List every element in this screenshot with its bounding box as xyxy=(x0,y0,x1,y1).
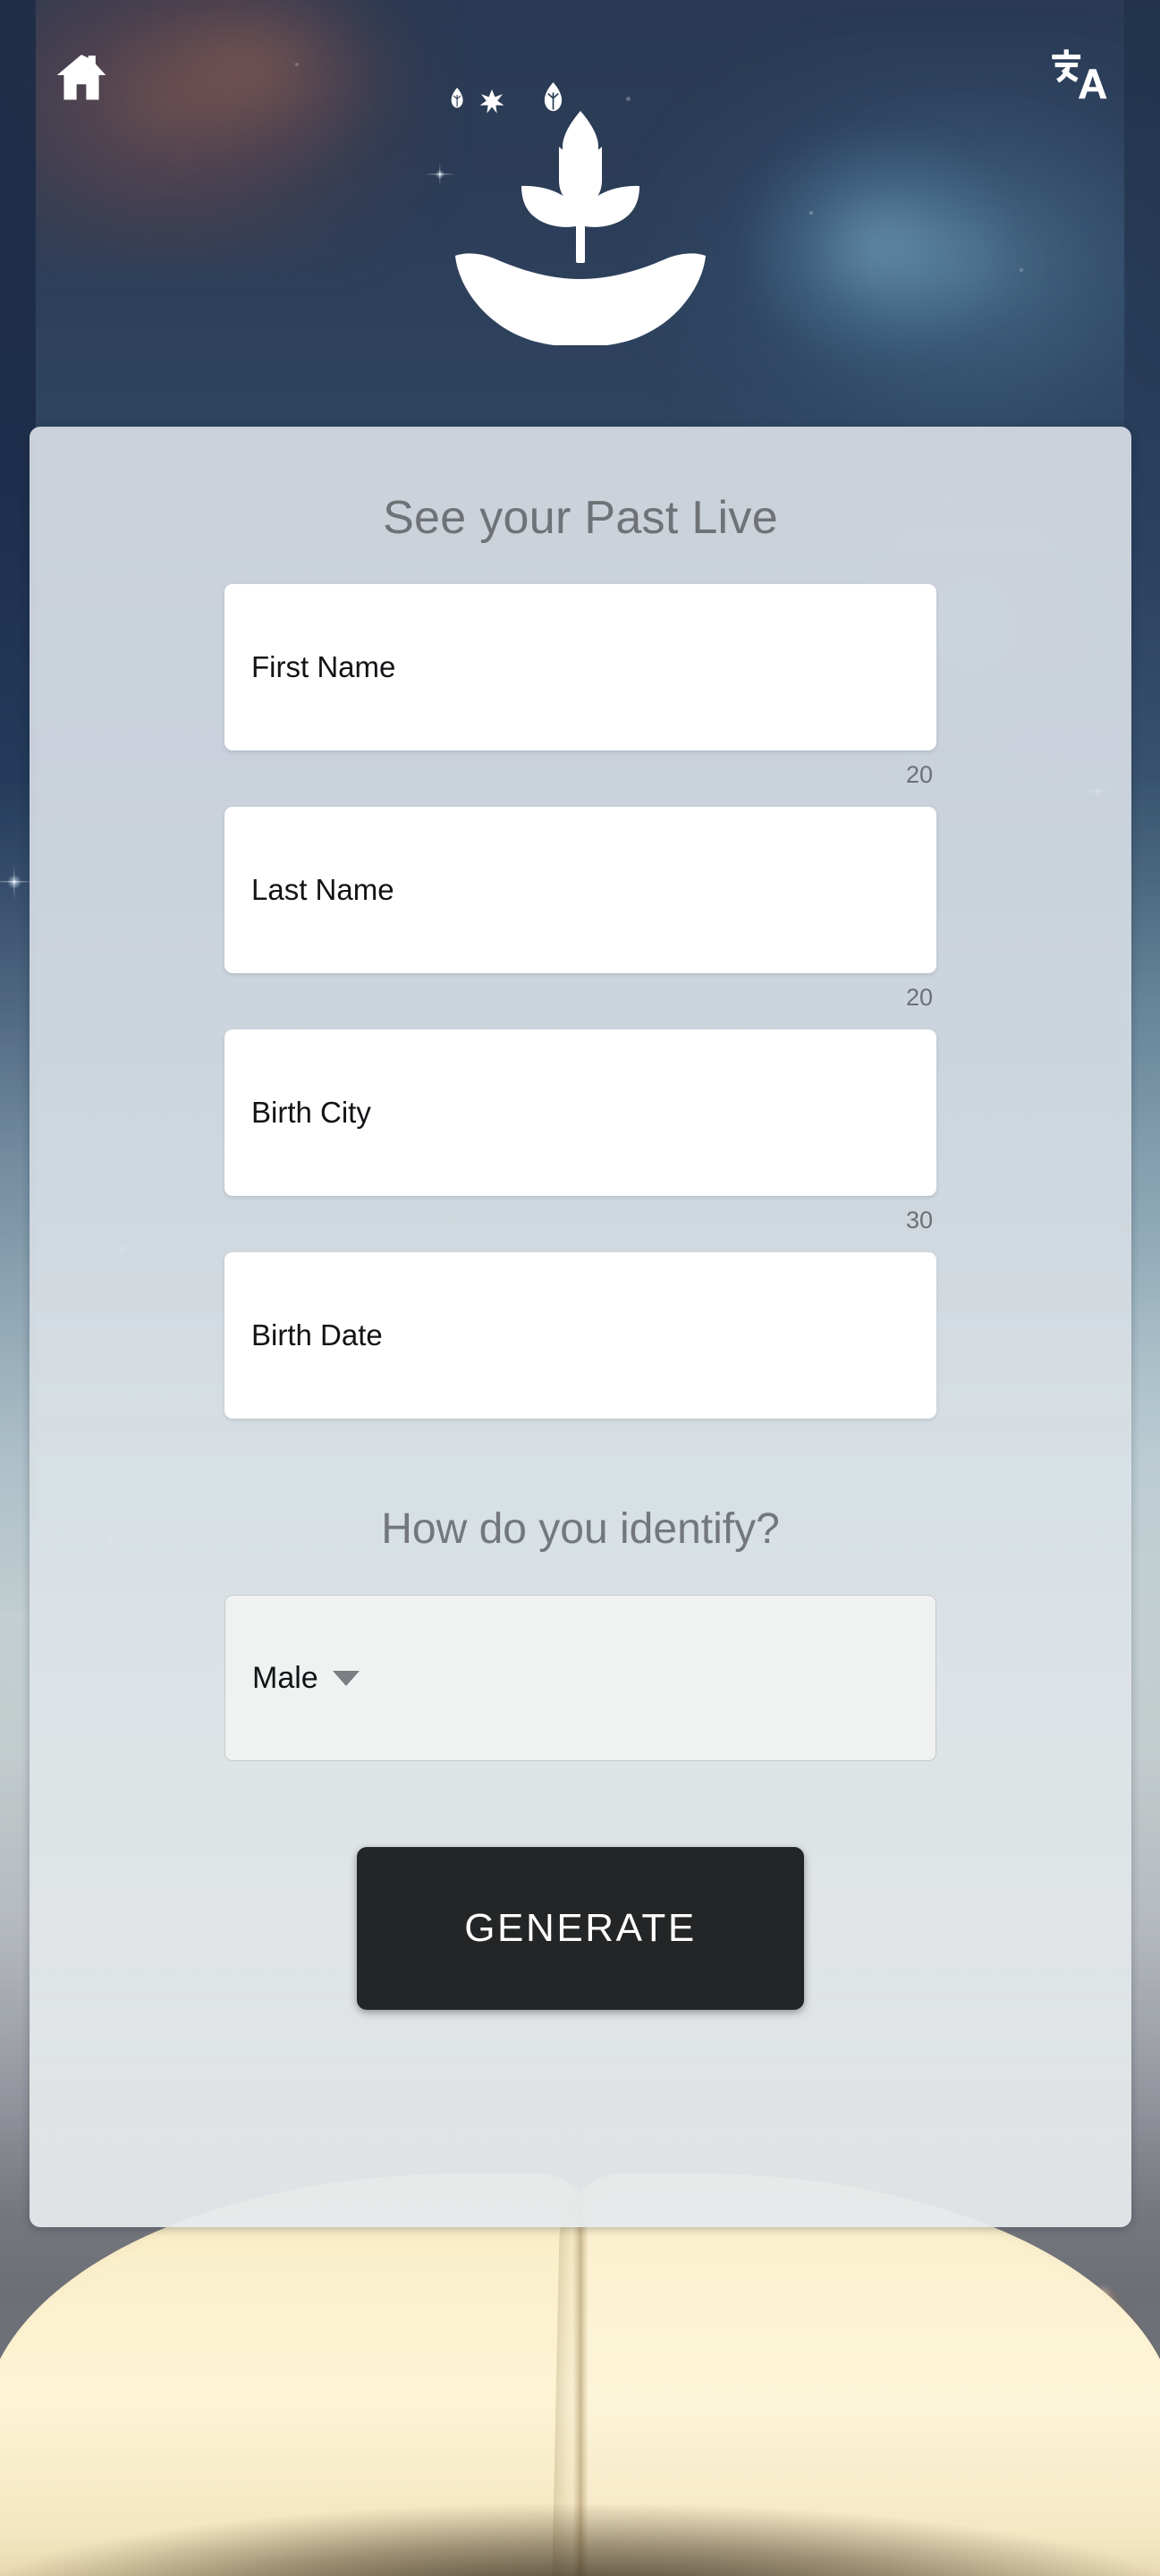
field-birth-city: 30 xyxy=(224,1030,936,1233)
star-dot xyxy=(1020,268,1023,272)
identify-heading: How do you identify? xyxy=(381,1505,780,1553)
gender-select[interactable]: Male xyxy=(224,1595,936,1761)
page-title: See your Past Live xyxy=(383,492,778,544)
last-name-counter: 20 xyxy=(905,984,933,1011)
first-name-counter: 20 xyxy=(905,761,933,788)
field-last-name: 20 xyxy=(224,807,936,1010)
field-first-name: 20 xyxy=(224,584,936,787)
translate-icon xyxy=(1052,49,1107,99)
top-bar xyxy=(0,0,1160,161)
app-screen: See your Past Live 20 20 30 xyxy=(0,0,1160,2576)
last-name-input[interactable] xyxy=(224,807,936,973)
language-button[interactable] xyxy=(1044,41,1113,111)
star-dot xyxy=(809,211,813,215)
home-icon xyxy=(56,55,106,100)
star-glint xyxy=(7,875,21,889)
birth-city-input[interactable] xyxy=(224,1030,936,1196)
form-card: See your Past Live 20 20 30 xyxy=(30,427,1131,2227)
first-name-input[interactable] xyxy=(224,584,936,750)
gender-select-value: Male xyxy=(252,1660,318,1695)
field-birth-date xyxy=(224,1252,936,1419)
chevron-down-icon xyxy=(332,1670,360,1686)
birth-date-input[interactable] xyxy=(224,1252,936,1419)
generate-button-row: GENERATE xyxy=(224,1847,936,2010)
open-book xyxy=(0,2174,1160,2576)
home-button[interactable] xyxy=(49,45,114,109)
form-fields: 20 20 30 How do you identify? Male xyxy=(30,584,1131,2010)
generate-button[interactable]: GENERATE xyxy=(357,1847,804,2010)
book-shadow xyxy=(0,2504,1160,2576)
birth-city-counter: 30 xyxy=(905,1207,933,1233)
nebula-blue-bright xyxy=(749,134,1008,358)
